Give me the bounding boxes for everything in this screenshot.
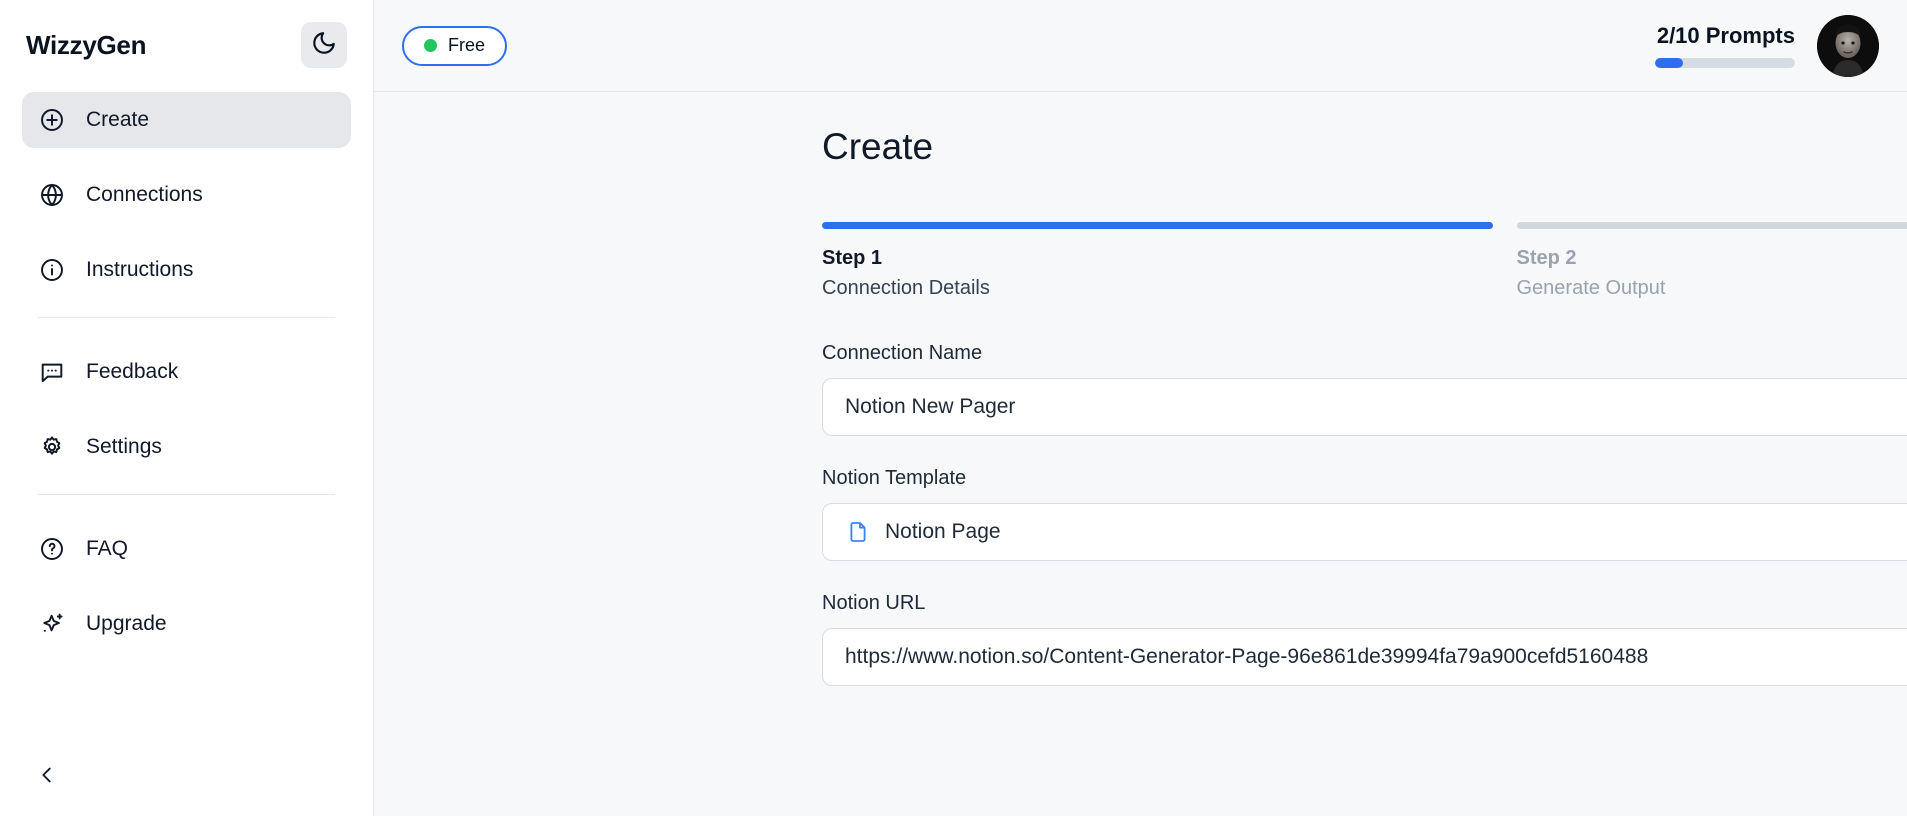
file-icon bbox=[845, 519, 871, 545]
info-circle-icon bbox=[38, 256, 66, 284]
sidebar-item-label: Upgrade bbox=[86, 612, 167, 636]
step-1[interactable]: Step 1 Connection Details bbox=[822, 222, 1493, 300]
step-2-name: Step 2 bbox=[1517, 247, 1907, 270]
notion-url-label: Notion URL bbox=[822, 592, 1907, 615]
sidebar-item-label: FAQ bbox=[86, 537, 128, 561]
globe-icon bbox=[38, 181, 66, 209]
sidebar-header: WizzyGen bbox=[0, 0, 373, 72]
step-1-subtitle: Connection Details bbox=[822, 277, 1493, 300]
prompts-progress-fill bbox=[1655, 58, 1683, 68]
sidebar-item-create[interactable]: Create bbox=[22, 92, 351, 148]
sidebar-item-label: Connections bbox=[86, 183, 203, 207]
sidebar-item-label: Create bbox=[86, 108, 149, 132]
sidebar-item-upgrade[interactable]: Upgrade bbox=[22, 596, 351, 652]
form-actions: Next bbox=[822, 720, 1907, 776]
notion-template-select[interactable]: Notion Page bbox=[822, 503, 1907, 561]
step-2-progress bbox=[1517, 222, 1907, 229]
step-1-progress bbox=[822, 222, 1493, 229]
step-2-subtitle: Generate Output bbox=[1517, 277, 1907, 300]
sidebar-item-label: Instructions bbox=[86, 258, 193, 282]
sidebar-item-faq[interactable]: FAQ bbox=[22, 521, 351, 577]
notion-template-label: Notion Template bbox=[822, 467, 1907, 490]
prompts-progress-bar bbox=[1655, 58, 1795, 68]
sidebar-collapse-button[interactable] bbox=[30, 760, 64, 794]
main-area: Free 2/10 Prompts bbox=[374, 0, 1907, 816]
gear-icon bbox=[38, 433, 66, 461]
moon-icon bbox=[311, 30, 337, 61]
green-dot-icon bbox=[424, 39, 437, 52]
notion-template-value: Notion Page bbox=[885, 520, 1907, 544]
sidebar-item-feedback[interactable]: Feedback bbox=[22, 344, 351, 400]
step-2[interactable]: Step 2 Generate Output bbox=[1517, 222, 1907, 300]
content-area: Create Step 1 Connection Details Step 2 … bbox=[374, 92, 1907, 816]
chevron-left-icon bbox=[36, 764, 58, 791]
sidebar-item-label: Settings bbox=[86, 435, 162, 459]
sidebar-nav: Create Connections Instructions bbox=[0, 72, 373, 671]
form-wrapper: Create Step 1 Connection Details Step 2 … bbox=[822, 126, 1907, 776]
theme-toggle-button[interactable] bbox=[301, 22, 347, 68]
connection-name-label: Connection Name bbox=[822, 342, 1907, 365]
plan-label: Free bbox=[448, 35, 485, 56]
connection-name-input[interactable]: Notion New Pager 16/20 bbox=[822, 378, 1907, 436]
connection-name-value[interactable]: Notion New Pager bbox=[845, 395, 1907, 419]
avatar[interactable] bbox=[1817, 15, 1879, 77]
message-icon bbox=[38, 358, 66, 386]
notion-url-value[interactable]: https://www.notion.so/Content-Generator-… bbox=[845, 645, 1907, 669]
top-bar: Free 2/10 Prompts bbox=[374, 0, 1907, 92]
notion-url-field: Notion URL https://www.notion.so/Content… bbox=[822, 592, 1907, 686]
top-bar-right: 2/10 Prompts bbox=[1655, 15, 1879, 77]
user-avatar-image bbox=[1817, 15, 1879, 77]
step-1-name: Step 1 bbox=[822, 247, 1493, 270]
step-indicator: Step 1 Connection Details Step 2 Generat… bbox=[822, 222, 1907, 300]
prompts-count-label: 2/10 Prompts bbox=[1657, 23, 1795, 49]
prompts-usage: 2/10 Prompts bbox=[1655, 23, 1795, 68]
app-root: WizzyGen Create bbox=[0, 0, 1907, 816]
sidebar-item-label: Feedback bbox=[86, 360, 178, 384]
question-circle-icon bbox=[38, 535, 66, 563]
sidebar-item-instructions[interactable]: Instructions bbox=[22, 242, 351, 298]
sidebar-divider-1 bbox=[38, 317, 335, 318]
page-title: Create bbox=[822, 126, 1907, 168]
notion-template-field: Notion Template Notion Page bbox=[822, 467, 1907, 561]
connection-name-field: Connection Name Notion New Pager 16/20 bbox=[822, 342, 1907, 436]
sidebar-divider-2 bbox=[38, 494, 335, 495]
notion-url-input[interactable]: https://www.notion.so/Content-Generator-… bbox=[822, 628, 1907, 686]
plan-badge[interactable]: Free bbox=[402, 26, 507, 66]
sidebar-item-settings[interactable]: Settings bbox=[22, 419, 351, 475]
sidebar: WizzyGen Create bbox=[0, 0, 374, 816]
sidebar-item-connections[interactable]: Connections bbox=[22, 167, 351, 223]
plus-circle-icon bbox=[38, 106, 66, 134]
app-logo: WizzyGen bbox=[26, 30, 146, 61]
sparkle-icon bbox=[38, 610, 66, 638]
